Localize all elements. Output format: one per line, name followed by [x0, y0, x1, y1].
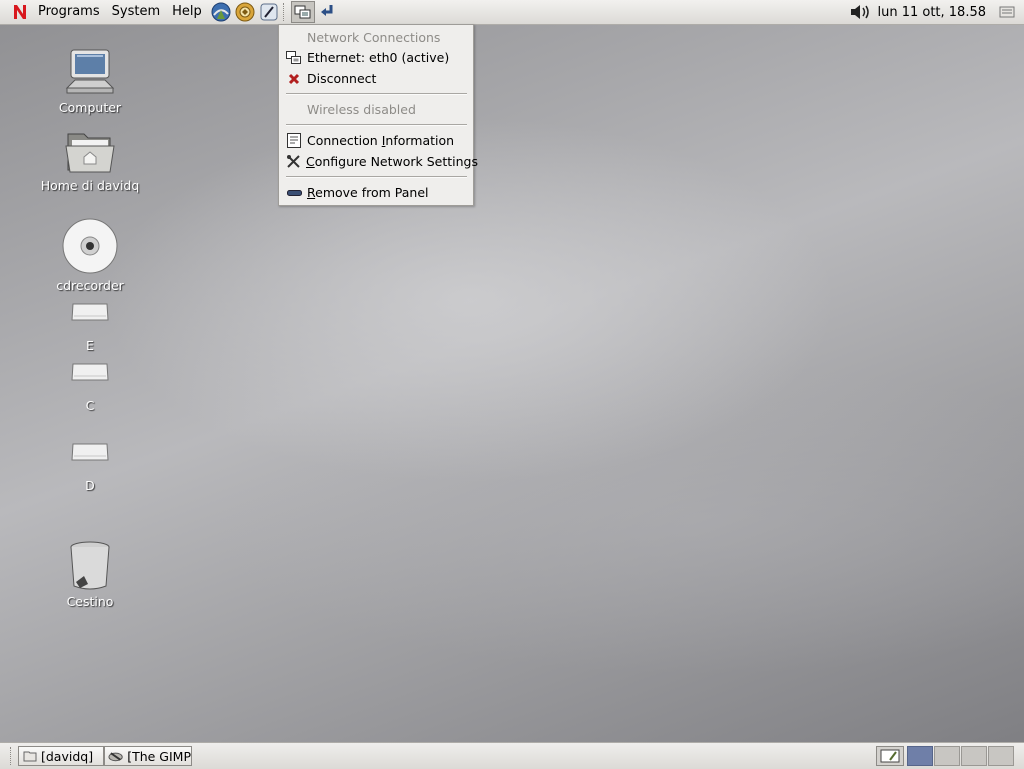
desktop-icon-cdrecorder[interactable]: cdrecorder	[30, 218, 150, 293]
workspace-4[interactable]	[988, 746, 1014, 766]
bottom-panel: [davidq] [The GIMP	[0, 742, 1024, 769]
menu-item-ethernet[interactable]: Ethernet: eth0 (active)	[279, 47, 473, 68]
panel-handle[interactable]	[10, 747, 14, 765]
ethernet-icon	[286, 50, 302, 66]
mail-icon[interactable]	[234, 1, 256, 23]
menu-item-disconnect-label: Disconnect	[307, 71, 377, 86]
panel-separator	[282, 3, 288, 21]
menu-item-connection-information[interactable]: Connection Information	[279, 130, 473, 151]
remove-mnemonic: R	[307, 185, 316, 200]
network-menu-header: Network Connections	[279, 27, 473, 48]
home-folder-icon	[65, 133, 115, 173]
menu-item-wireless-label: Wireless disabled	[307, 102, 416, 117]
desktop-icon-computer[interactable]: Computer	[30, 48, 150, 115]
configure-text-after: onfigure Network Settings	[314, 154, 478, 169]
workspace-3[interactable]	[961, 746, 987, 766]
workspace-1[interactable]	[907, 746, 933, 766]
menu-item-remove-from-panel[interactable]: Remove from Panel	[279, 182, 473, 203]
taskbar-label: [The GIMP	[127, 748, 191, 764]
menu-separator	[286, 93, 467, 95]
desktop-icon-label: C	[85, 398, 95, 413]
menu-system[interactable]: System	[106, 0, 166, 24]
desktop-icon-label: E	[86, 338, 94, 353]
connection-info-text-before: Connection	[307, 133, 382, 148]
desktop-icon-label: Computer	[58, 100, 122, 115]
tools-icon	[286, 154, 301, 170]
connection-info-text-after: nformation	[385, 133, 455, 148]
taskbar-button-gimp[interactable]: [The GIMP	[104, 746, 192, 766]
drive-icon	[71, 363, 109, 381]
remove-icon	[286, 185, 302, 201]
top-panel: Programs System Help lun 11 ott, 18.58	[0, 0, 1024, 25]
disconnect-x-icon	[286, 71, 302, 87]
cd-drive-icon	[62, 218, 118, 274]
menu-item-ethernet-label: Ethernet: eth0 (active)	[307, 50, 450, 65]
folder-icon	[23, 751, 37, 762]
remove-text-after: emove from Panel	[315, 185, 429, 200]
menu-item-wireless: Wireless disabled	[279, 99, 473, 120]
text-editor-icon[interactable]	[258, 1, 280, 23]
drive-icon	[71, 443, 109, 461]
show-desktop-button[interactable]	[876, 746, 904, 766]
menu-programs[interactable]: Programs	[32, 0, 106, 24]
taskbar-label: [davidq]	[41, 748, 94, 764]
info-document-icon	[286, 133, 302, 149]
desktop-icon-drive-d[interactable]: D	[30, 442, 150, 493]
menu-item-remove-label: Remove from Panel	[307, 185, 429, 200]
drive-icon	[71, 303, 109, 321]
novell-logo-icon[interactable]	[8, 0, 32, 24]
desktop-icon-label: Cestino	[66, 594, 114, 609]
desktop-background	[0, 0, 1024, 768]
desktop-icon-label: Home di davidq	[40, 178, 140, 193]
menu-item-disconnect[interactable]: Disconnect	[279, 68, 473, 89]
desktop-icon-label: D	[85, 478, 95, 493]
network-arrow-icon[interactable]	[317, 1, 339, 23]
menu-item-configure-network-label: Configure Network Settings	[306, 154, 478, 169]
network-monitor-icon[interactable]	[290, 1, 315, 23]
menu-help[interactable]: Help	[166, 0, 208, 24]
show-desktop-icon	[880, 749, 900, 763]
menu-separator	[286, 176, 467, 178]
network-menu-header-label: Network Connections	[307, 30, 441, 45]
menu-item-configure-network[interactable]: Configure Network Settings	[279, 151, 478, 172]
desktop-icon-drive-e[interactable]: E	[30, 302, 150, 353]
taskbar-button-davidq[interactable]: [davidq]	[18, 746, 104, 766]
keyboard-indicator-icon[interactable]	[996, 1, 1018, 23]
gimp-icon	[108, 752, 123, 762]
desktop-icon-drive-c[interactable]: C	[30, 362, 150, 413]
volume-icon[interactable]	[849, 1, 871, 23]
panel-clock[interactable]: lun 11 ott, 18.58	[877, 5, 986, 20]
desktop-icon-label: cdrecorder	[56, 278, 124, 293]
configure-mnemonic: C	[306, 154, 315, 169]
web-browser-icon[interactable]	[210, 1, 232, 23]
menu-separator	[286, 124, 467, 126]
menu-item-connection-information-label: Connection Information	[307, 133, 454, 148]
desktop-icon-home[interactable]: Home di davidq	[30, 128, 150, 193]
trash-icon	[70, 541, 110, 590]
desktop-icon-trash[interactable]: Cestino	[30, 540, 150, 609]
workspace-2[interactable]	[934, 746, 960, 766]
computer-icon	[65, 49, 115, 94]
network-menu: Network Connections Ethernet: eth0 (acti…	[278, 24, 478, 206]
